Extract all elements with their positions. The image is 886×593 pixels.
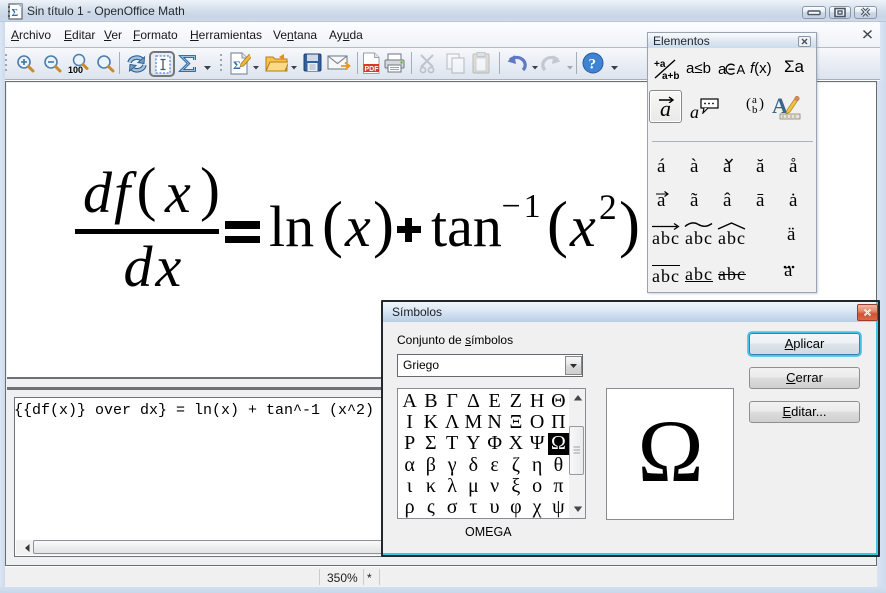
svg-text:?: ? [589,57,597,73]
svg-text:Σ: Σ [233,58,241,72]
svg-text:a+b: a+b [662,71,680,80]
svg-text:100: 100 [68,65,83,74]
svg-text:A: A [737,62,746,77]
svg-text:+a: +a [654,59,666,70]
svg-text:Σ: Σ [12,8,19,19]
svg-text:PDF: PDF [365,66,380,73]
